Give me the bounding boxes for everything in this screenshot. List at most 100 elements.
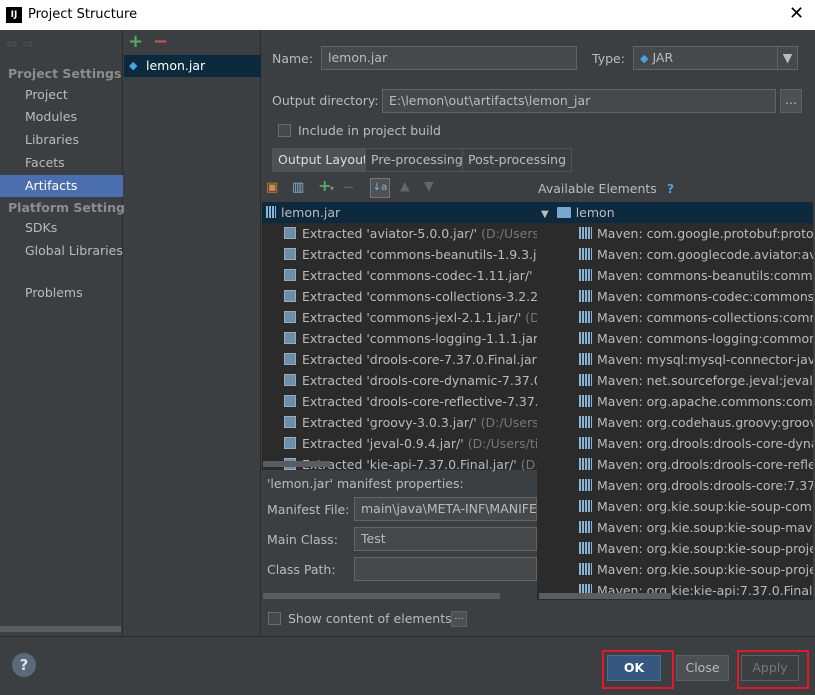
available-tree-row[interactable]: Maven: commons-beanutils:commons (537, 265, 813, 286)
manifest-header: 'lemon.jar' manifest properties: (267, 476, 464, 491)
layout-tree-row[interactable]: Extracted 'commons-jexl-2.1.1.jar/' (D:/… (262, 307, 537, 328)
tree-root-lemon-module[interactable]: ▼ lemon (537, 202, 813, 223)
sort-elements-icon[interactable]: ↓a (370, 178, 390, 198)
available-tree-row[interactable]: Maven: commons-collections:commo (537, 307, 813, 328)
remove-element-icon[interactable]: − (342, 178, 355, 196)
available-tree-row[interactable]: Maven: net.sourceforge.jeval:jeval:0.9 (537, 370, 813, 391)
extracted-archive-icon (284, 248, 296, 260)
close-button[interactable]: Close (676, 655, 729, 681)
name-label: Name: (272, 51, 314, 66)
available-tree-row[interactable]: Maven: mysql:mysql-connector-java:8 (537, 349, 813, 370)
available-tree-row[interactable]: Maven: org.drools:drools-core:7.37.0 (537, 475, 813, 496)
layout-rows: Extracted 'aviator-5.0.0.jar/' (D:/Users… (262, 223, 537, 475)
library-icon (579, 311, 592, 323)
available-tree-row[interactable]: Maven: org.codehaus.groovy:groovy (537, 412, 813, 433)
extracted-archive-icon (284, 437, 296, 449)
layout-tree-row[interactable]: Extracted 'commons-beanutils-1.9.3.jar/'… (262, 244, 537, 265)
add-archive-icon[interactable]: ▥ (292, 180, 304, 195)
help-button[interactable]: ? (12, 653, 36, 677)
sidebar-item-problems[interactable]: Problems (0, 282, 123, 304)
layout-tree-row[interactable]: Extracted 'drools-core-7.37.0.Final.jar/… (262, 349, 537, 370)
sidebar-item-artifacts[interactable]: Artifacts (0, 175, 123, 197)
layout-hscrollbar[interactable] (263, 461, 330, 467)
class-path-input[interactable] (354, 557, 537, 581)
sidebar-item-libraries[interactable]: Libraries (0, 129, 123, 151)
library-icon (579, 353, 592, 365)
title-bar: IJ Project Structure ✕ (0, 0, 815, 30)
sidebar-item-modules[interactable]: Modules (0, 106, 123, 128)
help-icon[interactable]: ? (667, 181, 674, 196)
move-down-icon[interactable]: ▼ (424, 178, 434, 193)
forward-arrow-icon[interactable]: ⇨ (23, 37, 40, 52)
sidebar-scrollbar[interactable] (0, 626, 121, 632)
library-icon (579, 479, 592, 491)
available-tree-row[interactable]: Maven: commons-codec:commons-co (537, 286, 813, 307)
ok-button[interactable]: OK (607, 655, 661, 681)
tab-pre-processing[interactable]: Pre-processing (365, 148, 469, 172)
layout-tree-row[interactable]: Extracted 'drools-core-reflective-7.37.0… (262, 391, 537, 412)
module-folder-icon (556, 207, 571, 218)
artifacts-list-panel (124, 30, 261, 636)
layout-tree-row[interactable]: Extracted 'groovy-3.0.3.jar/' (D:/Users/… (262, 412, 537, 433)
new-directory-icon[interactable]: ▣ (266, 180, 278, 195)
tab-post-processing[interactable]: Post-processing (462, 148, 573, 172)
sidebar-item-sdks[interactable]: SDKs (0, 217, 123, 239)
available-tree-row[interactable]: Maven: org.kie.soup:kie-soup-comm (537, 496, 813, 517)
available-tree-row[interactable]: Maven: com.google.protobuf:protobu (537, 223, 813, 244)
manifest-file-input[interactable]: main\java\META-INF\MANIFES (354, 497, 537, 521)
tree-root-lemon-jar[interactable]: lemon.jar (262, 202, 537, 223)
output-directory-input[interactable]: E:\lemon\out\artifacts\lemon_jar (382, 89, 776, 113)
chevron-down-icon[interactable]: ▼ (777, 47, 797, 69)
available-tree-row[interactable]: Maven: org.apache.commons:commo (537, 391, 813, 412)
jar-artifact-icon: ◆ (129, 59, 138, 72)
library-icon (579, 521, 592, 533)
layout-tree-row[interactable]: Extracted 'commons-logging-1.1.1.jar/' ( (262, 328, 537, 349)
type-select[interactable]: ◆ JAR ▼ (633, 46, 798, 70)
layout-tree-row[interactable]: Extracted 'jeval-0.9.4.jar/' (D:/Users/t… (262, 433, 537, 454)
include-in-build-checkbox[interactable] (278, 124, 291, 137)
tab-output-layout[interactable]: Output Layout (272, 148, 374, 172)
library-icon (579, 248, 592, 260)
jar-archive-icon (266, 206, 276, 218)
available-tree-row[interactable]: Maven: org.kie.soup:kie-soup-maven (537, 517, 813, 538)
remove-artifact-icon[interactable]: − (153, 31, 168, 52)
sidebar-item-global-libraries[interactable]: Global Libraries (0, 240, 123, 262)
artifact-item-lemon-jar[interactable]: ◆ lemon.jar (124, 55, 261, 77)
layout-tree-row[interactable]: Extracted 'commons-collections-3.2.2.jar… (262, 286, 537, 307)
add-dropdown-icon[interactable]: ▾ (330, 184, 334, 193)
available-tree-row[interactable]: Maven: commons-logging:commons- (537, 328, 813, 349)
available-tree-row[interactable]: Maven: org.kie.soup:kie-soup-project (537, 538, 813, 559)
sidebar-item-facets[interactable]: Facets (0, 152, 123, 174)
nav-buttons: ⇦⇨ (6, 37, 40, 52)
back-arrow-icon[interactable]: ⇦ (6, 37, 23, 52)
manifest-hscrollbar[interactable] (263, 593, 500, 599)
available-tree-row[interactable]: Maven: com.googlecode.aviator:avia (537, 244, 813, 265)
add-artifact-icon[interactable]: + (128, 31, 143, 52)
layout-tree-row[interactable]: Extracted 'commons-codec-1.11.jar/' (D:/ (262, 265, 537, 286)
extracted-archive-icon (284, 374, 296, 386)
show-content-checkbox[interactable] (268, 612, 281, 625)
main-class-input[interactable]: Test (354, 527, 537, 551)
apply-button[interactable]: Apply (741, 655, 799, 681)
show-content-options-button[interactable]: ... (451, 611, 467, 627)
extracted-archive-icon (284, 395, 296, 407)
expand-arrow-icon[interactable]: ▼ (541, 209, 549, 220)
library-icon (579, 563, 592, 575)
layout-tree-row[interactable]: Extracted 'drools-core-dynamic-7.37.0.Fi (262, 370, 537, 391)
extracted-archive-icon (284, 416, 296, 428)
available-tree-row[interactable]: Maven: org.drools:drools-core-dyna (537, 433, 813, 454)
name-input[interactable]: lemon.jar (321, 46, 577, 70)
move-up-icon[interactable]: ▲ (400, 178, 410, 193)
manifest-file-label: Manifest File: (267, 502, 350, 517)
available-hscrollbar[interactable] (539, 593, 671, 599)
library-icon (579, 332, 592, 344)
layout-tree-row[interactable]: Extracted 'aviator-5.0.0.jar/' (D:/Users… (262, 223, 537, 244)
window-close-icon[interactable]: ✕ (789, 3, 804, 24)
sidebar-item-project[interactable]: Project (0, 84, 123, 106)
available-tree-row[interactable]: Maven: org.kie.soup:kie-soup-project (537, 559, 813, 580)
available-tree-row[interactable]: Maven: org.drools:drools-core-refle (537, 454, 813, 475)
library-icon (579, 395, 592, 407)
library-icon (579, 227, 592, 239)
extracted-archive-icon (284, 227, 296, 239)
browse-button[interactable]: ... (780, 89, 802, 113)
